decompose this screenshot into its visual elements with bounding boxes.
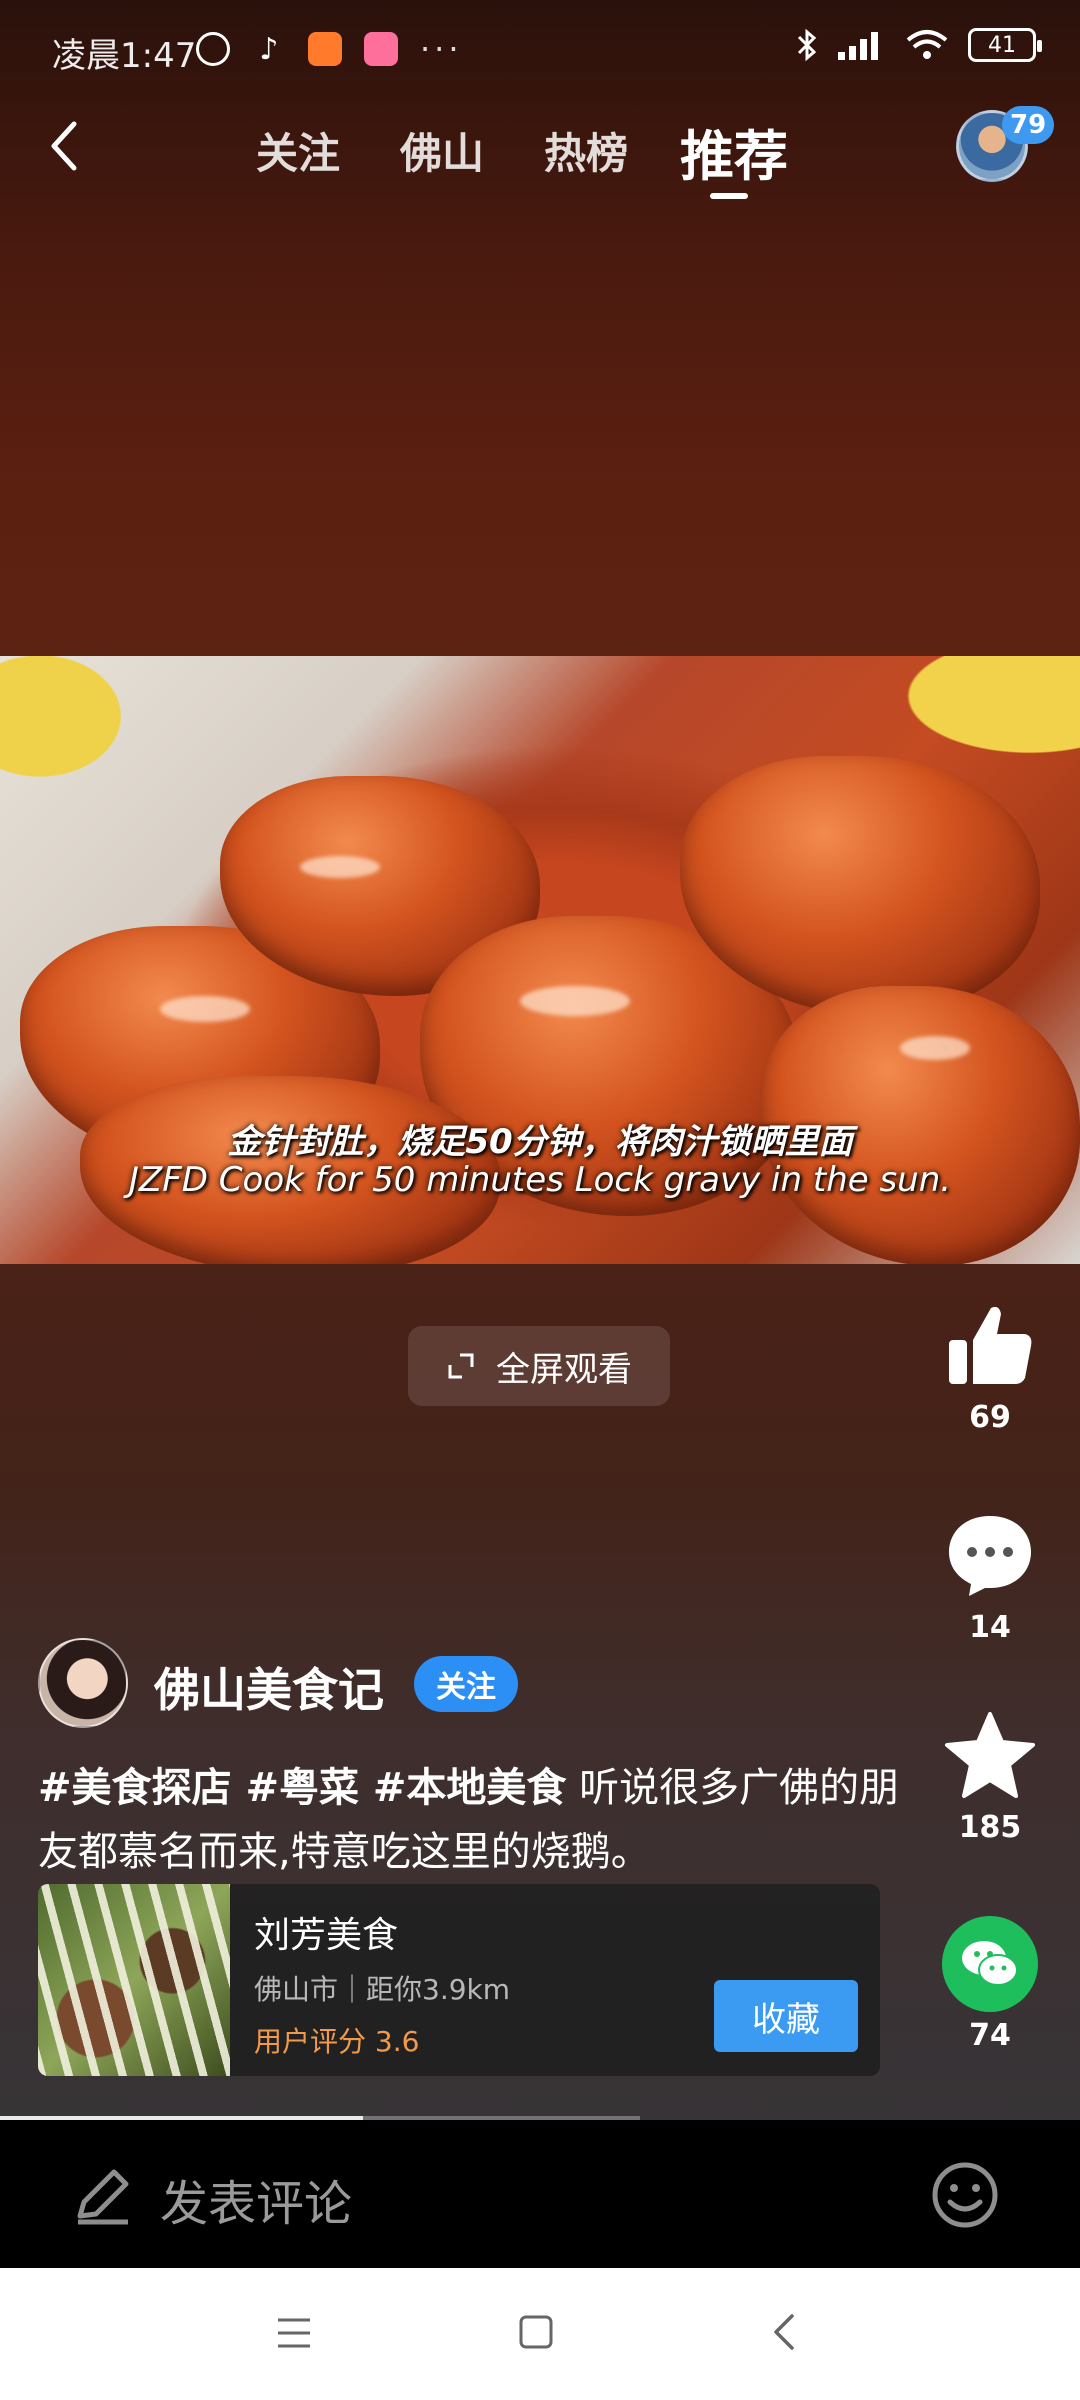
- video-subtitle-english: JZFD Cook for 50 minutes Lock gravy in t…: [128, 1160, 952, 1200]
- hashtags[interactable]: #美食探店 #粤菜 #本地美食: [38, 1765, 566, 1811]
- alarm-icon: [196, 32, 230, 66]
- comment-input[interactable]: 发表评论: [160, 2164, 352, 2234]
- highlight: [520, 986, 630, 1016]
- author-name[interactable]: 佛山美食记: [154, 1654, 384, 1720]
- bilibili-icon: [364, 32, 398, 66]
- back-nav-icon[interactable]: [770, 2312, 800, 2352]
- tiktok-icon: ♪: [259, 31, 279, 67]
- star-icon: [945, 1712, 1035, 1798]
- status-time: 凌晨1:47: [52, 36, 197, 76]
- poi-rating: 用户评分 3.6: [254, 2025, 420, 2058]
- pencil-icon: [77, 2169, 129, 2225]
- poi-card[interactable]: 刘芳美食 佛山市｜距你3.9km 用户评分 3.6 收藏: [38, 1884, 880, 2076]
- highlight: [160, 996, 250, 1022]
- home-icon[interactable]: [518, 2314, 554, 2350]
- more-notifications-icon: ···: [420, 30, 463, 68]
- fullscreen-icon: [448, 1353, 474, 1379]
- active-tab-indicator: [710, 193, 748, 199]
- menu-icon[interactable]: [276, 2316, 312, 2350]
- emoji-icon[interactable]: [930, 2160, 1000, 2230]
- favorite-button[interactable]: 185: [940, 1710, 1040, 1845]
- system-icons: 41: [796, 28, 1042, 62]
- taobao-icon: [308, 32, 342, 66]
- follow-button[interactable]: 关注: [414, 1656, 518, 1712]
- tab-trending[interactable]: 热榜: [544, 120, 628, 181]
- video-subtitle-chinese: 金针封肚，烧足50分钟，将肉汁锁晒里面: [227, 1122, 853, 1162]
- favorite-count: 185: [958, 1810, 1022, 1845]
- poi-location: 佛山市｜距你3.9km: [254, 1973, 511, 2006]
- system-navigation-bar: [0, 2268, 1080, 2400]
- share-count: 74: [969, 2018, 1011, 2053]
- status-bar: 凌晨1:47 ♪ ··· 41: [0, 0, 1080, 96]
- like-count: 69: [969, 1400, 1011, 1435]
- bluetooth-icon: [797, 28, 817, 62]
- signal-icon: [838, 32, 878, 60]
- poi-thumbnail: [38, 1884, 230, 2076]
- comment-count: 14: [969, 1610, 1011, 1645]
- fullscreen-label: 全屏观看: [496, 1349, 632, 1390]
- highlight: [900, 1036, 970, 1060]
- notification-badge: 79: [1002, 106, 1055, 144]
- highlight: [300, 856, 380, 878]
- tab-foshan[interactable]: 佛山: [400, 120, 484, 181]
- tab-following[interactable]: 关注: [256, 120, 340, 181]
- top-tabs: 关注 佛山 热榜 推荐: [0, 110, 1080, 200]
- poi-name: 刘芳美食: [254, 1915, 399, 1956]
- video-description: #美食探店 #粤菜 #本地美食 听说很多广佛的朋友都慕名而来,特意吃这里的烧鹅。: [38, 1756, 908, 1884]
- battery-icon: 41: [968, 28, 1042, 62]
- notification-icons: ♪ ···: [196, 30, 463, 68]
- comment-button[interactable]: 14: [940, 1510, 1040, 1645]
- author-avatar[interactable]: [38, 1638, 128, 1728]
- like-button[interactable]: 69: [940, 1300, 1040, 1435]
- share-wechat-button[interactable]: 74: [940, 1916, 1040, 2053]
- comment-bubble-icon: [949, 1516, 1031, 1596]
- wechat-icon: [942, 1916, 1038, 2012]
- thumbs-up-icon: [949, 1306, 1032, 1384]
- tab-recommended[interactable]: 推荐: [680, 112, 788, 191]
- fullscreen-button[interactable]: 全屏观看: [408, 1326, 670, 1406]
- save-poi-button[interactable]: 收藏: [714, 1980, 858, 2052]
- wifi-icon: [906, 30, 948, 59]
- comment-bar[interactable]: 发表评论: [0, 2120, 1080, 2268]
